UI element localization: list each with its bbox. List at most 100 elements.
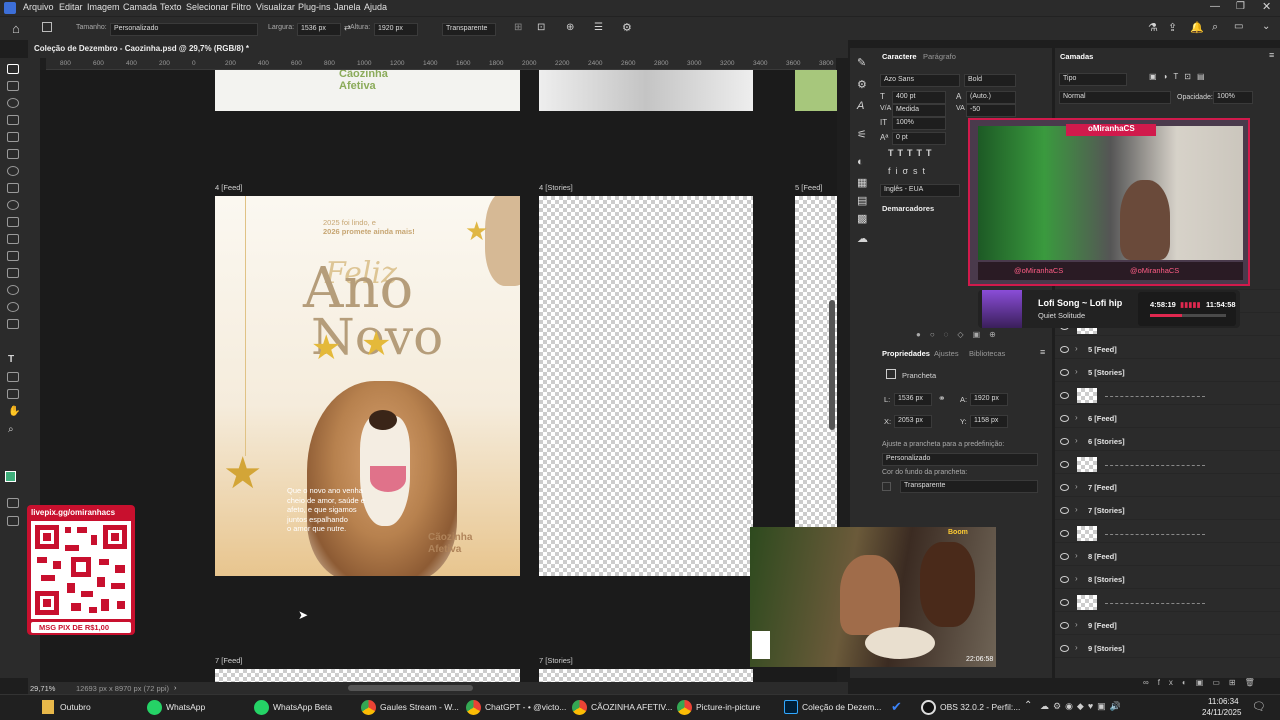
layer-row[interactable] [1055, 456, 1280, 474]
close-button[interactable]: ✕ [1262, 0, 1271, 13]
align-icon[interactable]: ☰ [594, 22, 603, 33]
quick-mask-tool[interactable] [7, 498, 19, 508]
picture-in-picture-window[interactable]: Boom 22:06:58 [750, 527, 996, 667]
taskbar-caozinha[interactable]: CÃOZINHA AFETIV... [591, 702, 672, 712]
chevron-right-icon[interactable]: › [174, 683, 177, 692]
tray-icons[interactable]: ☁⚙◉◆♥▣🔊 [1040, 701, 1125, 712]
swatches-icon[interactable]: ▦ [857, 176, 867, 189]
minimize-button[interactable]: — [1210, 1, 1220, 12]
chevron-right-icon[interactable]: › [1075, 620, 1078, 629]
notification-icon[interactable]: 🗨 [1252, 700, 1266, 713]
tab-character[interactable]: Caractere [882, 52, 917, 61]
x-value[interactable]: 2053 px [894, 415, 932, 428]
width-field[interactable]: 1536 px [297, 23, 341, 36]
stamp-tool[interactable] [7, 217, 19, 227]
bgcolor-swatch[interactable] [882, 482, 891, 491]
link-icon[interactable]: ⚭ [938, 393, 946, 404]
eye-icon[interactable] [1060, 369, 1069, 376]
eye-icon[interactable] [1060, 645, 1069, 652]
eyedropper-tool[interactable] [7, 166, 19, 176]
blur-tool[interactable] [7, 285, 19, 295]
chevron-right-icon[interactable]: › [1075, 367, 1078, 376]
chevron-right-icon[interactable]: › [1075, 482, 1078, 491]
paths-title[interactable]: Demarcadores [882, 204, 934, 213]
artboard-7-stories[interactable] [539, 669, 753, 682]
blend-mode-select[interactable]: Normal [1059, 91, 1171, 104]
artboard-tool[interactable] [7, 64, 19, 74]
crop-tool[interactable] [7, 132, 19, 142]
tracking-field[interactable]: -50 [966, 104, 1016, 117]
size-select[interactable]: Personalizado [110, 23, 258, 36]
eraser-tool[interactable] [7, 251, 19, 261]
brush-settings-icon[interactable]: ✎ [857, 56, 866, 69]
artboard-label[interactable]: 5 [Feed] [795, 183, 823, 192]
document-info[interactable]: 12693 px x 8970 px (72 ppi) [76, 684, 169, 693]
bgcolor-select[interactable]: Transparente [900, 480, 1038, 493]
canvas[interactable]: Cãozinha Afetiva 4 [Feed] 4 [Stories] 5 … [40, 70, 837, 682]
taskbar-pip[interactable]: Picture-in-picture [696, 702, 760, 712]
home-icon[interactable]: ⌂ [12, 21, 20, 36]
chevron-right-icon[interactable]: › [1075, 413, 1078, 422]
artboard-tool-icon[interactable] [42, 22, 52, 32]
horizontal-scrollbar[interactable] [348, 685, 473, 691]
bell-icon[interactable]: 🔔 [1190, 21, 1204, 34]
layer-row[interactable]: › 6 [Stories] [1055, 433, 1280, 451]
artboard-3-feed[interactable]: Cãozinha Afetiva [215, 70, 520, 111]
artboard-4-stories[interactable] [539, 196, 753, 576]
workspace-icon[interactable]: ▭ [1234, 21, 1243, 32]
dodge-tool[interactable] [7, 302, 19, 312]
flask-icon[interactable]: ⚗ [1148, 21, 1158, 34]
lasso-tool[interactable] [7, 98, 19, 108]
checkmark-icon[interactable]: ✔ [891, 699, 902, 715]
screen-mode-tool[interactable] [7, 516, 19, 526]
gradients-icon[interactable]: ▤ [857, 194, 867, 207]
kerning-field[interactable]: Medida [892, 104, 946, 117]
opacity-field[interactable]: 100% [1213, 91, 1253, 104]
eye-icon[interactable] [1060, 553, 1069, 560]
layer-row[interactable] [1055, 387, 1280, 405]
background-select[interactable]: Transparente [442, 23, 496, 36]
layer-filter-select[interactable]: Tipo [1059, 73, 1127, 86]
rectangle-tool[interactable] [7, 389, 19, 399]
layer-row[interactable]: › 7 [Stories] [1055, 502, 1280, 520]
zoom-level[interactable]: 29,71% [30, 684, 55, 693]
chevron-up-icon[interactable]: ⌃ [1024, 700, 1032, 711]
width-value[interactable]: 1536 px [894, 393, 932, 406]
foreground-color-swatch[interactable] [5, 471, 16, 482]
y-value[interactable]: 1158 px [970, 415, 1008, 428]
object-select-tool[interactable] [7, 115, 19, 125]
vertical-scrollbar[interactable] [829, 300, 835, 430]
menu-filtro[interactable]: Filtro [231, 2, 251, 12]
eye-icon[interactable] [1060, 530, 1069, 537]
libraries-icon[interactable]: ☁ [857, 232, 868, 245]
height-value[interactable]: 1920 px [970, 393, 1008, 406]
panel-menu-icon[interactable]: ≡ [1269, 50, 1274, 60]
menu-janela[interactable]: Janela [334, 2, 361, 12]
tab-libraries[interactable]: Bibliotecas [969, 349, 1005, 358]
clock-time[interactable]: 11:06:34 [1208, 697, 1239, 706]
layers-title[interactable]: Camadas [1060, 52, 1093, 61]
patterns-icon[interactable]: ▩ [857, 212, 867, 225]
artboard-3-stories[interactable] [539, 70, 753, 111]
pen-tool[interactable] [7, 319, 19, 329]
history-brush-tool[interactable] [7, 234, 19, 244]
height-field[interactable]: 1920 px [374, 23, 418, 36]
eye-icon[interactable] [1060, 599, 1069, 606]
document-tab[interactable]: Coleção de Dezembro - Caozinha.psd @ 29,… [28, 40, 848, 58]
marquee-tool[interactable] [7, 81, 19, 91]
chevron-right-icon[interactable]: › [1075, 436, 1078, 445]
vertical-scale-field[interactable]: 100% [892, 117, 946, 130]
taskbar-photoshop[interactable]: Coleção de Dezem... [802, 702, 881, 712]
eye-icon[interactable] [1060, 622, 1069, 629]
artboard-label[interactable]: 4 [Stories] [539, 183, 573, 192]
eye-icon[interactable] [1060, 438, 1069, 445]
path-actions[interactable]: ●○◌◇▣⊕ [916, 330, 1005, 339]
language-select[interactable]: Inglês - EUA [880, 184, 960, 197]
eye-icon[interactable] [1060, 484, 1069, 491]
maximize-button[interactable]: ❐ [1236, 1, 1245, 12]
layer-row[interactable]: › 8 [Feed] [1055, 548, 1280, 566]
gear-icon[interactable]: ⚙ [622, 21, 632, 34]
opentype-buttons[interactable]: fiσst [888, 166, 930, 176]
font-size-field[interactable]: 400 pt [892, 91, 946, 104]
artboard-label[interactable]: 7 [Feed] [215, 656, 243, 665]
